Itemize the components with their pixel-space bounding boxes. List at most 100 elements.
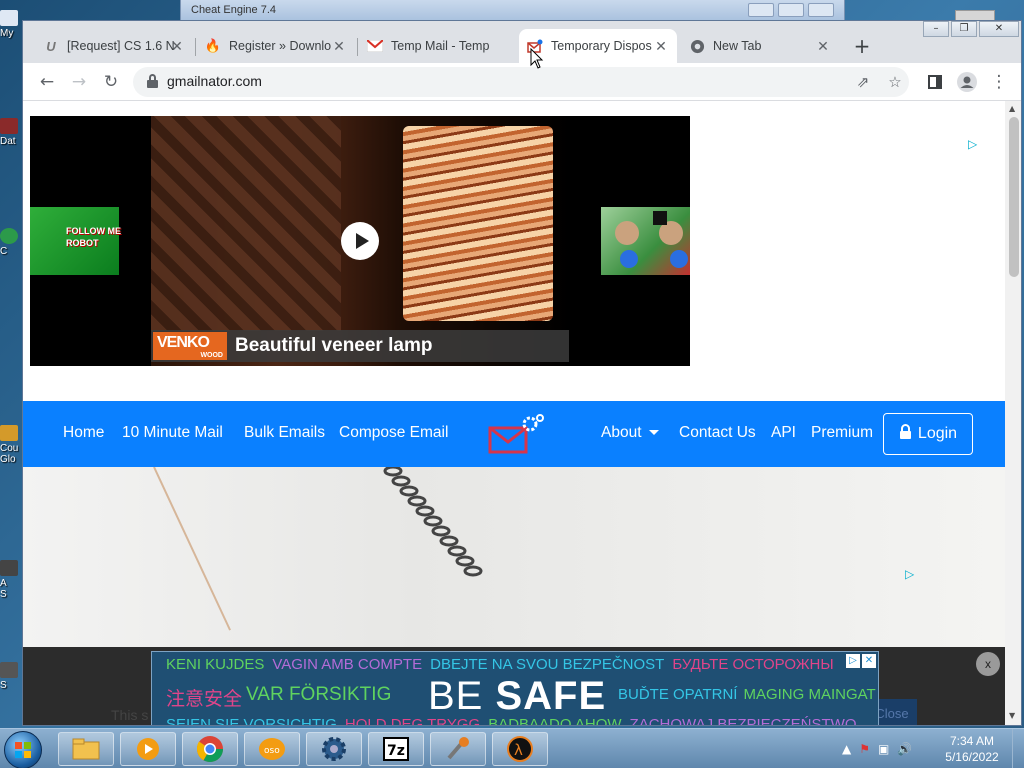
banner-row-3: SEIEN SIE VORSICHTIG HOLD DEG TRYGG BADB… <box>166 716 857 726</box>
maximize-button[interactable] <box>778 3 804 17</box>
scroll-thumb[interactable] <box>1009 117 1019 277</box>
share-icon[interactable]: ⇗ <box>851 70 875 94</box>
show-hidden-icons-icon[interactable]: ▲ <box>842 742 851 756</box>
close-icon[interactable]: ✕ <box>331 38 347 55</box>
desktop-icon[interactable]: A S <box>0 560 22 600</box>
nav-premium[interactable]: Premium <box>811 424 873 442</box>
nav-bulk-emails[interactable]: Bulk Emails <box>244 424 325 442</box>
nav-api[interactable]: API <box>771 424 796 442</box>
video-thumbnail-left[interactable]: FOLLOW ME ROBOT <box>30 207 121 275</box>
app-icon <box>0 228 18 244</box>
desktop-icon[interactable]: Cou Glo <box>0 425 22 465</box>
bookmark-star-icon[interactable]: ☆ <box>883 70 907 94</box>
menu-kebab-icon[interactable]: ⋮ <box>987 70 1011 94</box>
mouse-cursor-icon <box>530 48 544 69</box>
adchoices-icon[interactable]: ▷ <box>905 567 914 581</box>
cheat-engine-window[interactable]: Cheat Engine 7.4 <box>180 0 845 22</box>
half-life-icon[interactable]: λ <box>492 732 548 766</box>
vertical-scrollbar[interactable]: ▲ ▼ <box>1005 101 1021 725</box>
taskbar-clock[interactable]: 7:34 AM 5/16/2022 <box>936 733 1008 765</box>
scroll-down-arrow-icon[interactable]: ▼ <box>1009 711 1015 720</box>
video-frame[interactable]: VENKO WOOD Beautiful veneer lamp <box>151 116 569 366</box>
lock-icon[interactable] <box>147 74 158 88</box>
back-arrow-icon[interactable]: ← <box>35 70 59 94</box>
video-thumbnail-right[interactable] <box>601 207 690 275</box>
computer-icon <box>0 10 18 26</box>
video-ad[interactable]: FOLLOW ME ROBOT VENKO WOOD Beautiful vene… <box>30 116 690 366</box>
close-ad-button[interactable]: x <box>976 652 1000 676</box>
play-icon[interactable] <box>341 222 379 260</box>
tab-new-tab[interactable]: New Tab ✕ <box>681 29 839 63</box>
oso-icon[interactable]: oso <box>244 732 300 766</box>
show-desktop-button[interactable] <box>1012 729 1024 768</box>
tab-request[interactable]: U [Request] CS 1.6 N ✕ <box>35 29 193 63</box>
tab-temp-mail[interactable]: Temp Mail - Temp ✕ <box>359 29 517 63</box>
page-viewport: FOLLOW ME ROBOT VENKO WOOD Beautiful vene… <box>23 101 1005 726</box>
7zip-icon[interactable]: 7z <box>368 732 424 766</box>
side-panel-icon[interactable] <box>923 70 947 94</box>
forward-arrow-icon[interactable]: → <box>67 70 91 94</box>
volume-icon[interactable]: 🔊 <box>897 742 912 756</box>
close-icon[interactable]: ✕ <box>169 38 185 55</box>
be-safe-headline: BE SAFE <box>428 674 607 718</box>
start-button[interactable] <box>4 731 42 768</box>
close-icon[interactable]: ✕ <box>815 38 831 55</box>
nav-home[interactable]: Home <box>63 424 104 442</box>
chrome-icon[interactable] <box>182 732 238 766</box>
network-icon[interactable]: ▣ <box>878 742 889 756</box>
brick-wall-image <box>151 116 341 331</box>
browser-window: U [Request] CS 1.6 N ✕ 🔥 Register » Down… <box>22 20 1022 726</box>
banner-row-2-left: 注意安全 VAR FÖRSIKTIG <box>166 684 391 711</box>
url-text[interactable]: gmailnator.com <box>167 73 262 89</box>
tool-icon[interactable] <box>430 732 486 766</box>
tab-strip: U [Request] CS 1.6 N ✕ 🔥 Register » Down… <box>23 21 1021 63</box>
desktop-icon[interactable]: Dat <box>0 118 22 147</box>
adchoices-icon[interactable]: ▷ <box>968 137 977 151</box>
desktop-icon[interactable]: C <box>0 228 22 257</box>
explorer-icon[interactable] <box>58 732 114 766</box>
banner-row-1: KENI KUJDES VAGIN AMB COMPTE DBEJTE NA S… <box>166 656 834 673</box>
tab-divider <box>357 38 358 56</box>
minimize-button[interactable] <box>748 3 774 17</box>
thumbnail-caption: FOLLOW ME ROBOT <box>66 226 121 248</box>
banner-phrase: BADBAADO AHOW <box>488 716 622 726</box>
adchoices-icon[interactable]: ▷ <box>846 654 860 668</box>
close-button[interactable]: ✕ <box>979 21 1019 37</box>
veneer-lamp-image <box>403 126 553 321</box>
nav-about-dropdown[interactable]: About <box>601 424 659 442</box>
media-player-icon[interactable] <box>120 732 176 766</box>
svg-text:λ: λ <box>514 741 523 759</box>
restore-button[interactable]: ❐ <box>951 21 977 37</box>
banner-phrase: БУДЬТЕ ОСТОРОЖНЫ <box>672 656 834 673</box>
banner-phrase: HOLD DEG TRYGG <box>344 716 481 726</box>
close-button[interactable] <box>808 3 834 17</box>
minimize-button[interactable]: – <box>923 21 949 37</box>
nav-contact-us[interactable]: Contact Us <box>679 424 756 442</box>
action-center-flag-icon[interactable]: ⚑ <box>859 742 870 756</box>
cheat-engine-icon[interactable] <box>306 732 362 766</box>
reload-icon[interactable]: ↻ <box>99 70 123 94</box>
be-safe-banner-ad[interactable]: KENI KUJDES VAGIN AMB COMPTE DBEJTE NA S… <box>151 651 879 726</box>
close-icon[interactable]: ✕ <box>653 38 669 55</box>
banner-phrase: MAGING MAINGAT <box>743 686 876 703</box>
svg-text:oso: oso <box>264 746 280 756</box>
nav-10-minute-mail[interactable]: 10 Minute Mail <box>122 424 223 442</box>
window-controls: – ❐ ✕ <box>921 21 1019 37</box>
nav-compose-email[interactable]: Compose Email <box>339 424 448 442</box>
new-tab-button[interactable]: + <box>852 36 872 57</box>
site-logo-mail-gear-icon[interactable] <box>488 414 544 456</box>
desktop-icon[interactable]: S <box>0 662 22 691</box>
banner-phrase: 注意安全 <box>166 689 243 710</box>
clock-time: 7:34 AM <box>949 734 995 748</box>
tab-divider <box>195 38 196 56</box>
close-icon[interactable]: ✕ <box>862 654 876 668</box>
scroll-up-arrow-icon[interactable]: ▲ <box>1009 104 1015 113</box>
desktop-icon[interactable]: My <box>0 10 22 39</box>
tab-register[interactable]: 🔥 Register » Downlo ✕ <box>197 29 355 63</box>
address-bar[interactable]: gmailnator.com ⇗ ☆ <box>133 67 909 97</box>
video-caption-bar: VENKO WOOD Beautiful veneer lamp <box>151 330 569 362</box>
hero-background: ▷ <box>23 467 1005 647</box>
profile-avatar-icon[interactable] <box>955 70 979 94</box>
desktop-icon-label: S <box>0 680 7 691</box>
login-button[interactable]: Login <box>883 413 973 455</box>
